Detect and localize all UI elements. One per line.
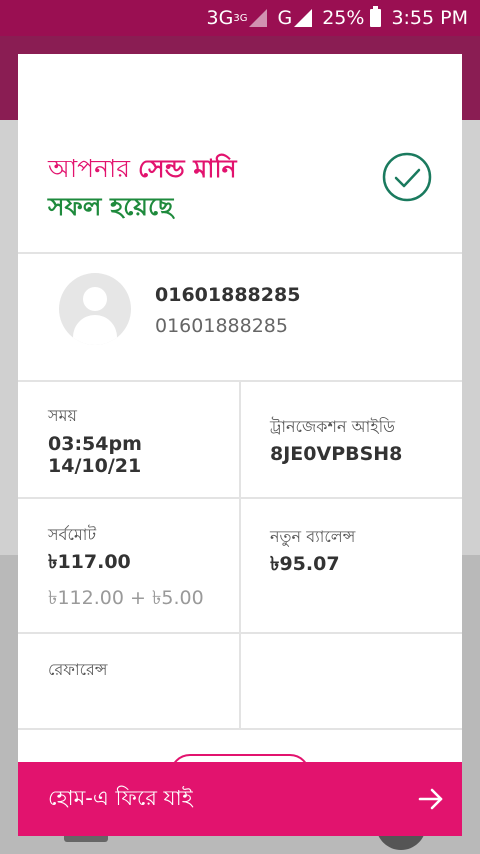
divider (18, 497, 462, 499)
date-value: 14/10/21 (48, 455, 142, 477)
time-label: সময় (48, 406, 77, 425)
recipient-number: 01601888285 (155, 315, 288, 337)
balance-value: ৳95.07 (270, 553, 340, 575)
person-avatar-icon (59, 273, 131, 345)
check-circle-icon (382, 152, 432, 202)
success-card: আপনার সেন্ড মানি সফল হয়েছে 01601888285 … (18, 54, 462, 836)
reference-label: রেফারেন্স (48, 660, 108, 679)
status-bar: 3G 3G G 25% 3:55 PM (0, 0, 480, 36)
battery-indicator: 25% (322, 6, 382, 29)
network-g-indicator: G (277, 7, 313, 29)
time-value: 03:54pm (48, 433, 142, 455)
arrow-right-icon (418, 788, 443, 810)
total-label: সর্বমোট (48, 525, 97, 544)
battery-percent: 25% (322, 7, 365, 29)
network-3g-label: 3G (206, 7, 234, 29)
go-home-label: হোম-এ ফিরে যাই (48, 785, 193, 810)
battery-icon (370, 6, 382, 27)
success-title: আপনার সেন্ড মানি সফল হয়েছে (48, 150, 237, 226)
total-value: ৳117.00 (48, 551, 131, 573)
balance-label: নতুন ব্যালেন্স (270, 527, 356, 546)
network-g-label: G (277, 7, 293, 29)
trx-id-label: ট্রানজেকশন আইডি (270, 417, 395, 436)
total-breakdown: ৳112.00 + ৳5.00 (48, 587, 204, 609)
title-service: সেন্ড মানি (138, 154, 237, 183)
divider (18, 632, 462, 634)
divider (18, 252, 462, 254)
clock: 3:55 PM (391, 7, 468, 29)
signal-icon (294, 9, 313, 27)
network-3g-indicator: 3G 3G (207, 7, 268, 29)
trx-id-value: 8JE0VPBSH8 (270, 443, 403, 465)
divider (18, 728, 462, 730)
signal-icon (249, 9, 268, 27)
go-home-button[interactable]: হোম-এ ফিরে যাই (18, 762, 462, 836)
network-3g-sup: 3G (233, 12, 248, 24)
column-divider (239, 380, 241, 730)
title-prefix: আপনার (48, 154, 139, 183)
recipient-name: 01601888285 (155, 284, 301, 306)
title-status: সফল হয়েছে (48, 192, 174, 221)
